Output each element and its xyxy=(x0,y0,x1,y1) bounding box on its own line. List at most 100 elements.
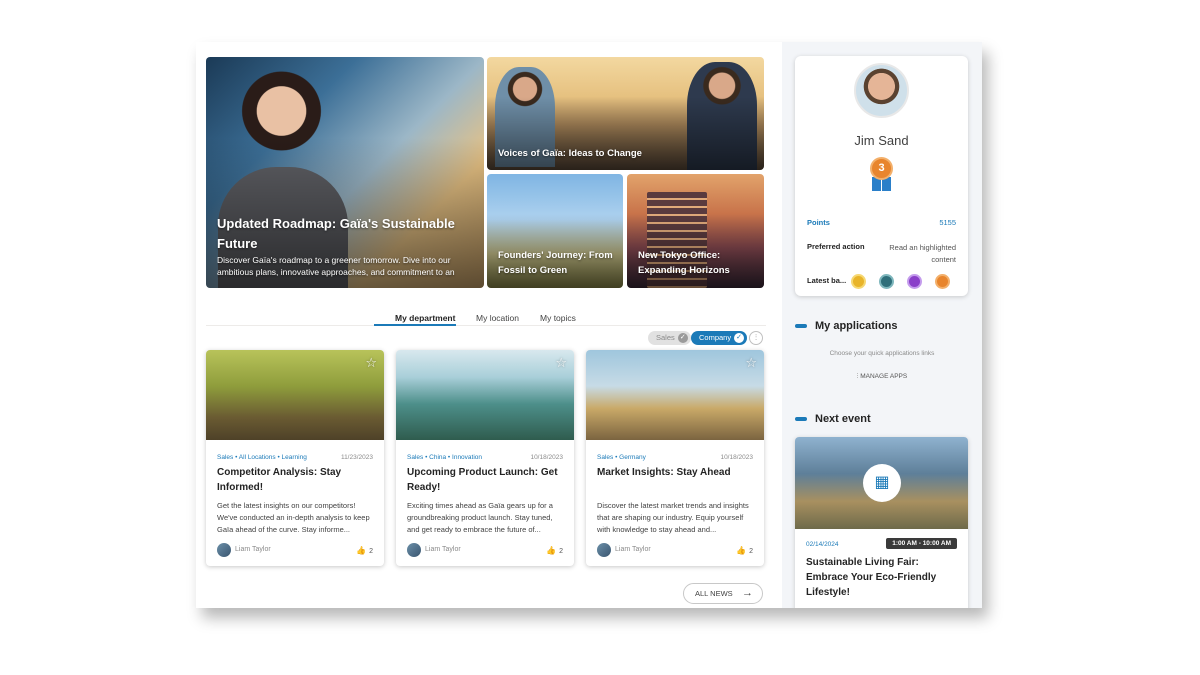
news-card[interactable]: ☆ Sales • Germany 10/18/2023 Market Insig… xyxy=(586,350,764,566)
avatar xyxy=(597,543,611,557)
hero-main-description: Discover Gaïa's roadmap to a greener tom… xyxy=(217,255,455,277)
tab-my-topics[interactable]: My topics xyxy=(540,313,576,323)
hero-bottom-left-title: Founders' Journey: From Fossil to Green xyxy=(498,250,613,276)
news-card-body: Discover the latest market trends and in… xyxy=(597,501,749,534)
event-title: Sustainable Living Fair: Embrace Your Ec… xyxy=(806,557,937,598)
star-icon[interactable]: ☆ xyxy=(555,355,567,371)
news-card-date: 11/23/2023 xyxy=(340,454,373,461)
hero-news-bottom-left[interactable]: Founders' Journey: From Fossil to Green xyxy=(487,174,623,288)
likes-count: 2 xyxy=(369,548,373,555)
next-event-heading: Next event xyxy=(795,413,871,425)
avatar xyxy=(217,543,231,557)
thumbs-up-icon: 👍 xyxy=(736,546,747,555)
author-name: Liam Taylor xyxy=(235,546,271,553)
author-name: Liam Taylor xyxy=(615,546,651,553)
filter-sales[interactable]: Sales ✓ xyxy=(648,331,691,345)
badge-icon[interactable] xyxy=(907,274,922,289)
news-card-likes[interactable]: 👍 2 xyxy=(356,546,373,555)
thumbs-up-icon: 👍 xyxy=(546,546,557,555)
news-card-date: 10/18/2023 xyxy=(530,454,563,461)
hero-news-top-right[interactable]: Voices of Gaïa: Ideas to Change xyxy=(487,57,764,170)
news-card-author: Liam Taylor xyxy=(407,543,461,557)
hero-bottom-right-title: New Tokyo Office: Expanding Horizons xyxy=(638,250,730,276)
news-card-title: Upcoming Product Launch: Get Ready! xyxy=(407,467,558,493)
filter-sales-label: Sales xyxy=(656,333,675,342)
points-value: 5155 xyxy=(939,218,956,227)
section-marker xyxy=(795,417,807,421)
news-card-image xyxy=(586,350,764,440)
likes-count: 2 xyxy=(749,548,753,555)
news-card-body: Get the latest insights on our competito… xyxy=(217,501,370,534)
hero-main-title: Updated Roadmap: Gaïa's Sustainable Futu… xyxy=(217,216,455,251)
event-card[interactable]: ▦ 02/14/2024 1:00 AM - 10:00 AM Sustaina… xyxy=(795,437,968,608)
my-applications-title: My applications xyxy=(815,320,898,332)
arrow-right-icon: → xyxy=(742,587,753,599)
active-tab-indicator xyxy=(374,324,456,326)
hero-top-right-title: Voices of Gaïa: Ideas to Change xyxy=(498,148,642,159)
hero-main-news[interactable]: Updated Roadmap: Gaïa's Sustainable Futu… xyxy=(206,57,484,288)
star-icon[interactable]: ☆ xyxy=(745,355,757,371)
news-card-body: Exciting times ahead as Gaïa gears up fo… xyxy=(407,501,553,534)
check-icon: ✓ xyxy=(734,333,745,343)
filter-company-label: Company xyxy=(699,333,732,342)
news-card[interactable]: ☆ Sales • China • Innovation 10/18/2023 U… xyxy=(396,350,574,566)
news-card-tags: Sales • China • Innovation 10/18/2023 xyxy=(407,454,563,461)
profile-name: Jim Sand xyxy=(854,133,909,148)
news-tags-text: Sales • Germany xyxy=(597,454,646,461)
news-card-title: Competitor Analysis: Stay Informed! xyxy=(217,467,342,493)
preferred-action-row: Preferred action Read an highlighted con… xyxy=(807,242,956,264)
likes-count: 2 xyxy=(559,548,563,555)
filter-settings-button[interactable]: ⫶ xyxy=(749,331,763,345)
news-card-likes[interactable]: 👍 2 xyxy=(546,546,563,555)
right-sidebar: Jim Sand 3 Points 5155 Preferred action … xyxy=(782,42,982,608)
event-time: 1:00 AM - 10:00 AM xyxy=(886,538,957,549)
star-icon[interactable]: ☆ xyxy=(365,355,377,371)
all-news-button[interactable]: ALL NEWS → xyxy=(683,583,763,604)
author-name: Liam Taylor xyxy=(425,546,461,553)
manage-apps-button[interactable]: ⫶ MANAGE APPS xyxy=(782,373,982,381)
badge-icon[interactable] xyxy=(851,274,866,289)
news-card-image xyxy=(396,350,574,440)
news-card-date: 10/18/2023 xyxy=(720,454,753,461)
level-medal-icon: 3 xyxy=(868,157,895,193)
sliders-icon: ⫶ xyxy=(755,333,757,342)
main-content: Updated Roadmap: Gaïa's Sustainable Futu… xyxy=(196,42,782,608)
all-news-label: ALL NEWS xyxy=(695,589,733,598)
check-icon: ✓ xyxy=(677,333,688,343)
news-card-image xyxy=(206,350,384,440)
news-card-tags: Sales • Germany 10/18/2023 xyxy=(597,454,753,461)
avatar xyxy=(854,63,909,118)
next-event-title: Next event xyxy=(815,413,871,425)
tab-my-department[interactable]: My department xyxy=(395,313,455,323)
manage-apps-label: MANAGE APPS xyxy=(860,373,908,380)
thumbs-up-icon: 👍 xyxy=(356,546,367,555)
news-tags-text: Sales • All Locations • Learning xyxy=(217,454,307,461)
preferred-action-label: Preferred action xyxy=(807,242,865,251)
news-card-likes[interactable]: 👍 2 xyxy=(736,546,753,555)
intranet-page: Updated Roadmap: Gaïa's Sustainable Futu… xyxy=(196,42,982,608)
my-applications-heading: My applications xyxy=(795,320,898,332)
news-card-author: Liam Taylor xyxy=(217,543,271,557)
hero-news-bottom-right[interactable]: New Tokyo Office: Expanding Horizons xyxy=(627,174,764,288)
calendar-icon: ▦ xyxy=(863,464,901,502)
news-card-title: Market Insights: Stay Ahead xyxy=(597,467,731,478)
event-date: 02/14/2024 xyxy=(806,541,839,548)
section-marker xyxy=(795,324,807,328)
badge-icon[interactable] xyxy=(935,274,950,289)
news-card-author: Liam Taylor xyxy=(597,543,651,557)
points-row: Points 5155 xyxy=(807,218,956,227)
news-tags-text: Sales • China • Innovation xyxy=(407,454,483,461)
avatar xyxy=(407,543,421,557)
news-card-tags: Sales • All Locations • Learning 11/23/20… xyxy=(217,454,373,461)
news-card[interactable]: ☆ Sales • All Locations • Learning 11/23/… xyxy=(206,350,384,566)
news-tabs: My department My location My topics xyxy=(206,308,766,326)
points-label: Points xyxy=(807,218,830,227)
badge-icon[interactable] xyxy=(879,274,894,289)
profile-card: Jim Sand 3 Points 5155 Preferred action … xyxy=(795,56,968,296)
applications-hint: Choose your quick applications links xyxy=(829,350,935,357)
filter-company[interactable]: Company ✓ xyxy=(691,331,748,345)
level-number: 3 xyxy=(870,157,893,180)
preferred-action-value: Read an highlighted content xyxy=(889,243,956,264)
latest-badges-label: Latest ba... xyxy=(807,276,847,285)
tab-my-location[interactable]: My location xyxy=(476,313,519,323)
